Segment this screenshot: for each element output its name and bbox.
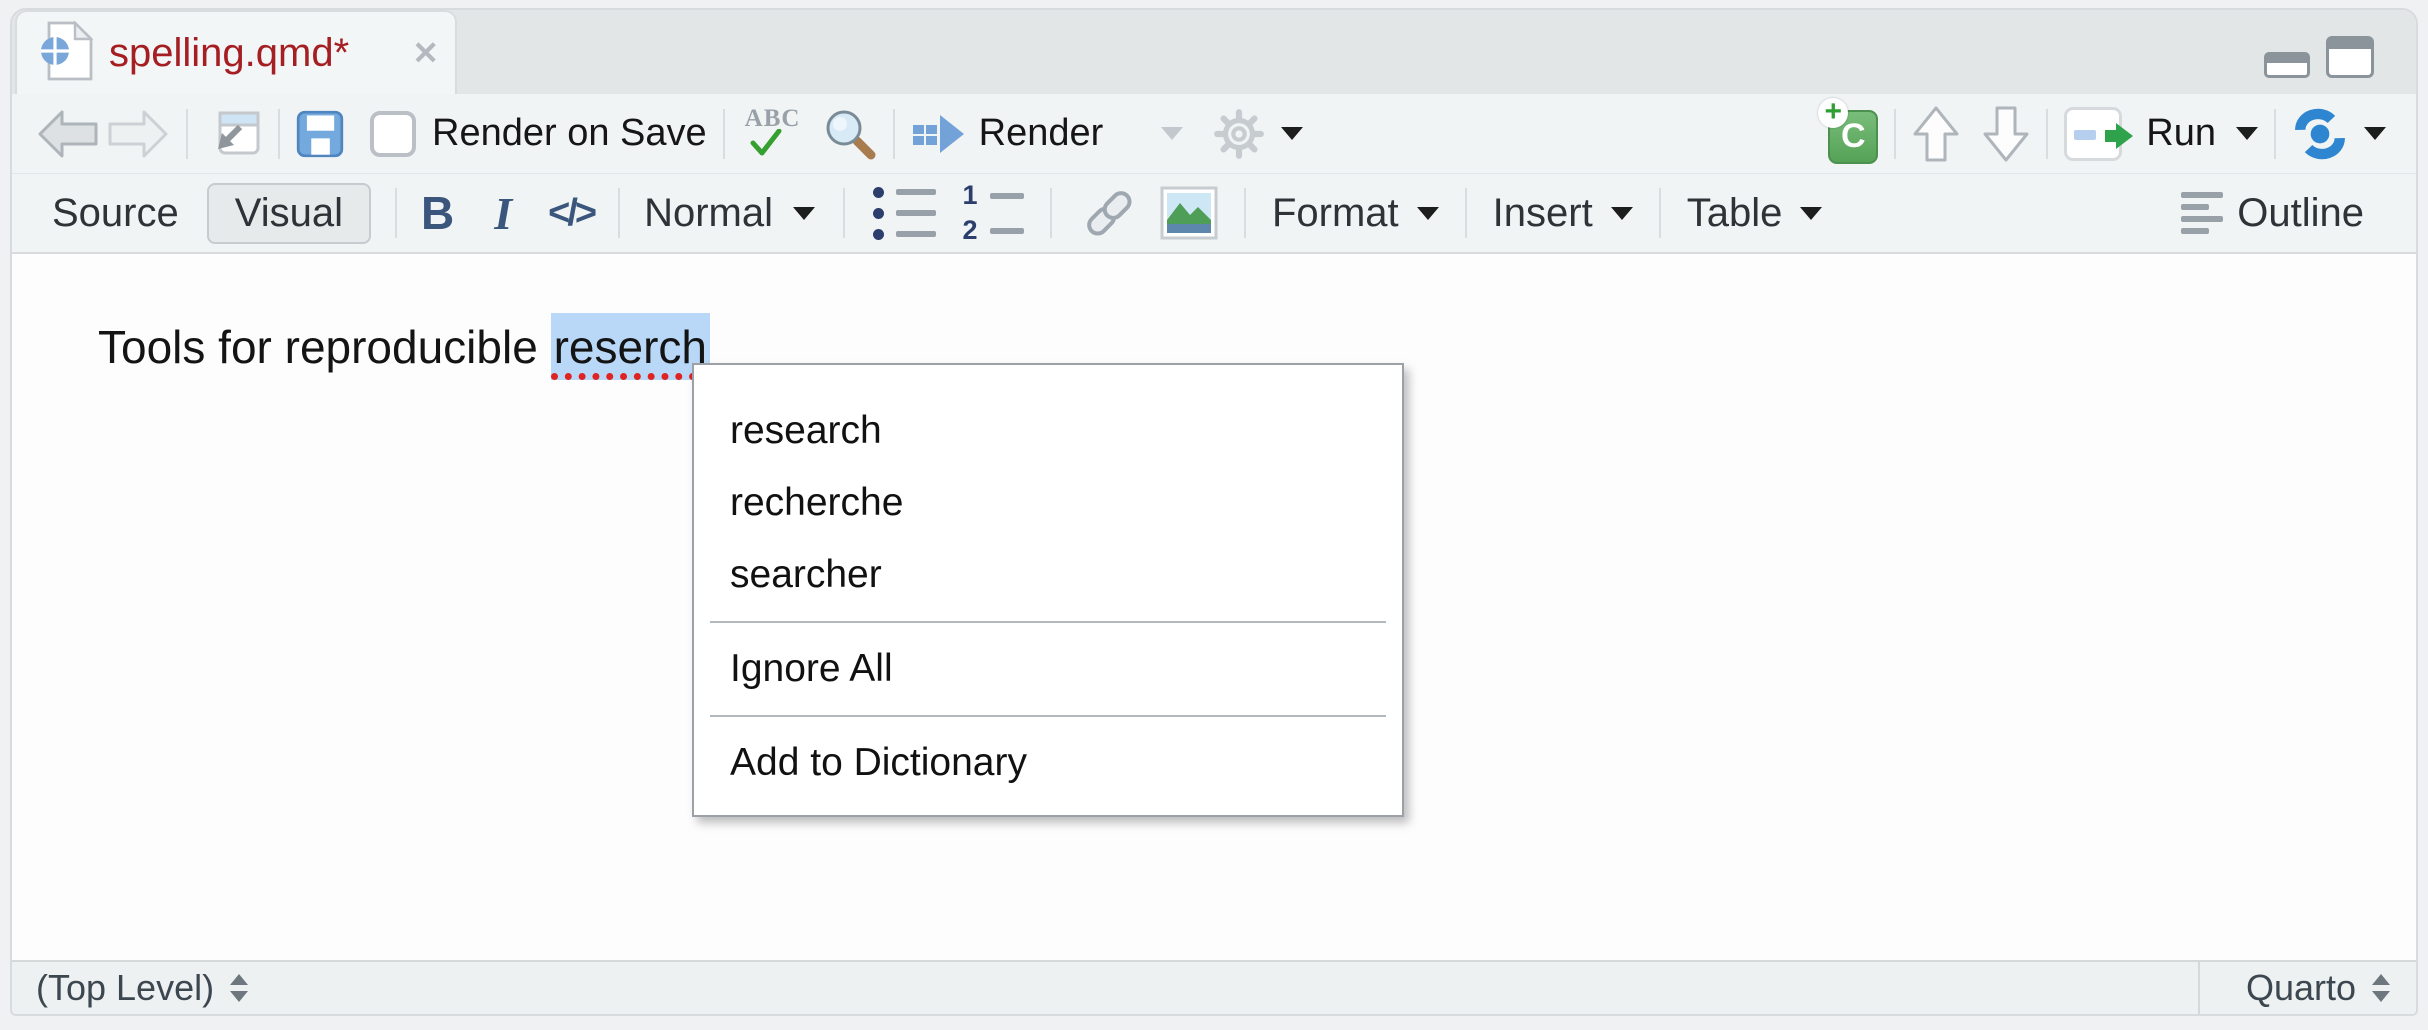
divider [1465,188,1467,238]
run-menu-chevron-icon[interactable] [2236,127,2258,140]
format-toolbar: Source Visual B I </> Normal 1 2 [12,174,2416,254]
table-menu[interactable]: Table [1687,191,1783,236]
maximize-pane-icon[interactable] [2326,36,2374,78]
publish-menu-chevron-icon[interactable] [2364,127,2386,140]
forward-icon[interactable] [106,108,170,160]
divider [1659,188,1661,238]
render-options-chevron-icon[interactable] [1161,127,1183,140]
gear-icon[interactable] [1211,106,1267,162]
tab-bar: spelling.qmd* ✕ [12,10,2416,94]
scope-updown-icon [230,974,248,1002]
run-next-chunk-down-icon[interactable] [1982,104,2030,164]
divider [2046,109,2048,159]
menu-divider [710,621,1386,623]
divider [723,109,725,159]
italic-icon[interactable]: I [494,187,512,240]
outline-icon [2181,192,2223,234]
render-on-save-checkbox[interactable] [370,111,416,157]
divider [186,109,188,159]
divider [395,188,397,238]
run-button[interactable]: Run [2146,112,2216,155]
minimize-pane-icon[interactable] [2264,52,2310,78]
format-menu-chevron-icon[interactable] [1417,207,1439,220]
menu-item-add-to-dictionary[interactable]: Add to Dictionary [694,727,1402,799]
editor-pane: spelling.qmd* ✕ [10,8,2418,1016]
source-publish-icon[interactable] [2292,108,2348,160]
source-mode-button[interactable]: Source [52,191,179,236]
menu-divider [710,715,1386,717]
render-button[interactable]: Render [979,112,1104,155]
menu-item-suggestion[interactable]: recherche [694,467,1402,539]
document-text-line[interactable]: Tools for reproducible reserch [98,320,710,374]
numbered-list-icon[interactable]: 1 2 [962,183,1024,244]
code-icon[interactable]: </> [548,192,594,235]
filetype-label: Quarto [2246,967,2356,1009]
divider [2274,109,2276,159]
paragraph-style-dropdown[interactable]: Normal [644,191,773,236]
paragraph-style-chevron-icon[interactable] [793,207,815,220]
insert-chunk-icon[interactable]: C + [1822,104,1878,164]
run-icon[interactable] [2064,107,2122,161]
divider [618,188,620,238]
divider [843,188,845,238]
divider [893,109,895,159]
document-editor[interactable]: Tools for reproducible reserch research … [12,254,2416,960]
find-replace-icon[interactable] [819,105,877,163]
render-icon[interactable] [911,110,967,158]
back-icon[interactable] [36,108,100,160]
tab-title: spelling.qmd* [109,31,396,76]
menu-item-suggestion[interactable]: research [694,395,1402,467]
tab-close-icon[interactable]: ✕ [412,37,439,69]
bullet-list-icon[interactable] [873,186,936,240]
table-menu-chevron-icon[interactable] [1800,207,1822,220]
format-menu[interactable]: Format [1272,191,1399,236]
insert-menu[interactable]: Insert [1493,191,1593,236]
scope-label: (Top Level) [36,967,214,1009]
divider [1050,188,1052,238]
image-icon[interactable] [1160,186,1218,240]
divider [1244,188,1246,238]
run-previous-chunks-up-icon[interactable] [1912,104,1960,164]
menu-item-suggestion[interactable]: searcher [694,539,1402,611]
quarto-file-icon [39,21,93,86]
save-icon[interactable] [296,110,344,158]
bold-icon[interactable]: B [421,186,454,240]
divider [278,109,280,159]
tab-spelling-qmd[interactable]: spelling.qmd* ✕ [15,10,457,94]
main-toolbar: Render on Save ABC Render [12,94,2416,174]
menu-item-ignore-all[interactable]: Ignore All [694,633,1402,705]
misspelled-word-selected[interactable]: reserch [551,313,710,380]
editor-status-bar: (Top Level) Quarto [12,960,2416,1014]
show-in-new-window-icon[interactable] [204,107,262,161]
link-icon[interactable] [1078,184,1140,242]
spellcheck-icon[interactable]: ABC [741,105,805,163]
spellcheck-context-menu: research recherche searcher Ignore All A… [692,363,1404,817]
divider [1894,109,1896,159]
insert-menu-chevron-icon[interactable] [1611,207,1633,220]
pane-window-controls [2264,10,2374,94]
scope-selector[interactable]: (Top Level) [12,967,248,1009]
outline-toggle-button[interactable]: Outline [2237,191,2364,236]
filetype-selector[interactable]: Quarto [2198,962,2416,1014]
render-on-save-label: Render on Save [432,112,707,155]
document-text: Tools for reproducible [98,321,551,373]
visual-mode-button[interactable]: Visual [207,183,371,244]
gear-menu-chevron-icon[interactable] [1281,127,1303,140]
filetype-updown-icon [2372,974,2390,1002]
